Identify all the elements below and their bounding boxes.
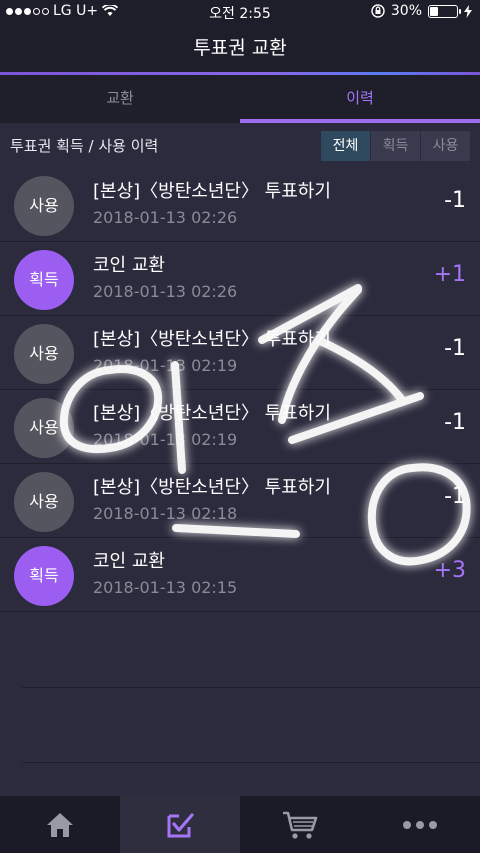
tab-history[interactable]: 이력 [240, 75, 480, 123]
history-amount: +1 [433, 262, 466, 287]
tab-bar: 교환 이력 [0, 75, 480, 123]
history-date: 2018-01-13 02:19 [93, 356, 238, 375]
filter-bar: 투표권 획득 / 사용 이력 전체 획득 사용 [0, 123, 480, 168]
history-row[interactable]: 사용 [본상]〈방탄소년단〉 투표하기 2018-01-13 02:18 -1 [0, 464, 480, 538]
history-title: [본상]〈방탄소년단〉 투표하기 [93, 181, 331, 202]
nav-vote[interactable] [120, 796, 240, 853]
history-title: [본상]〈방탄소년단〉 투표하기 [93, 329, 331, 350]
filter-all-button[interactable]: 전체 [320, 131, 370, 161]
history-row[interactable]: 사용 [본상]〈방탄소년단〉 투표하기 2018-01-13 02:19 -1 [0, 390, 480, 464]
battery-icon [428, 4, 461, 18]
used-badge: 사용 [14, 398, 74, 458]
history-date: 2018-01-13 02:18 [93, 504, 238, 523]
empty-row-divider [22, 687, 480, 688]
history-row[interactable]: 사용 [본상]〈방탄소년단〉 투표하기 2018-01-13 02:19 -1 [0, 316, 480, 390]
history-title: [본상]〈방탄소년단〉 투표하기 [93, 477, 331, 498]
bottom-nav [0, 796, 480, 853]
more-icon [403, 820, 437, 829]
filter-earned-button[interactable]: 획득 [370, 131, 420, 161]
app-screen: LG U+ 오전 2:55 30% 투표권 교환 교환 이력 투표권 획득 / … [0, 0, 480, 853]
history-row[interactable]: 획득 코인 교환 2018-01-13 02:26 +1 [0, 242, 480, 316]
history-section-title: 투표권 획득 / 사용 이력 [10, 137, 159, 155]
status-right: 30% [371, 3, 472, 19]
history-date: 2018-01-13 02:26 [93, 208, 238, 227]
rotation-lock-icon [371, 4, 385, 18]
used-badge: 사용 [14, 176, 74, 236]
history-title: [본상]〈방탄소년단〉 투표하기 [93, 403, 331, 424]
earned-badge: 획득 [14, 250, 74, 310]
history-amount: -1 [444, 484, 466, 509]
history-row[interactable]: 사용 [본상]〈방탄소년단〉 투표하기 2018-01-13 02:26 -1 [0, 168, 480, 242]
filter-used-button[interactable]: 사용 [420, 131, 470, 161]
filter-segment: 전체 획득 사용 [320, 131, 470, 161]
history-title: 코인 교환 [93, 255, 165, 276]
history-date: 2018-01-13 02:15 [93, 578, 238, 597]
history-amount: -1 [444, 336, 466, 361]
cart-icon [283, 811, 318, 839]
history-date: 2018-01-13 02:19 [93, 430, 238, 449]
history-amount: -1 [444, 188, 466, 213]
battery-percent: 30% [390, 3, 422, 19]
home-icon [47, 812, 73, 837]
used-badge: 사용 [14, 472, 74, 532]
empty-row-divider [22, 762, 480, 763]
history-amount: +3 [433, 558, 466, 583]
tab-exchange[interactable]: 교환 [0, 75, 240, 123]
history-row[interactable]: 획득 코인 교환 2018-01-13 02:15 +3 [0, 538, 480, 612]
nav-home[interactable] [0, 796, 120, 853]
page-title: 투표권 교환 [0, 24, 480, 72]
history-title: 코인 교환 [93, 551, 165, 572]
charging-icon [464, 4, 472, 18]
nav-more[interactable] [360, 796, 480, 853]
earned-badge: 획득 [14, 546, 74, 606]
used-badge: 사용 [14, 324, 74, 384]
history-date: 2018-01-13 02:26 [93, 282, 238, 301]
history-amount: -1 [444, 410, 466, 435]
vote-check-icon [167, 812, 194, 837]
history-list: 사용 [본상]〈방탄소년단〉 투표하기 2018-01-13 02:26 -1 … [0, 168, 480, 612]
status-bar: LG U+ 오전 2:55 30% [0, 0, 480, 24]
nav-shop[interactable] [240, 796, 360, 853]
